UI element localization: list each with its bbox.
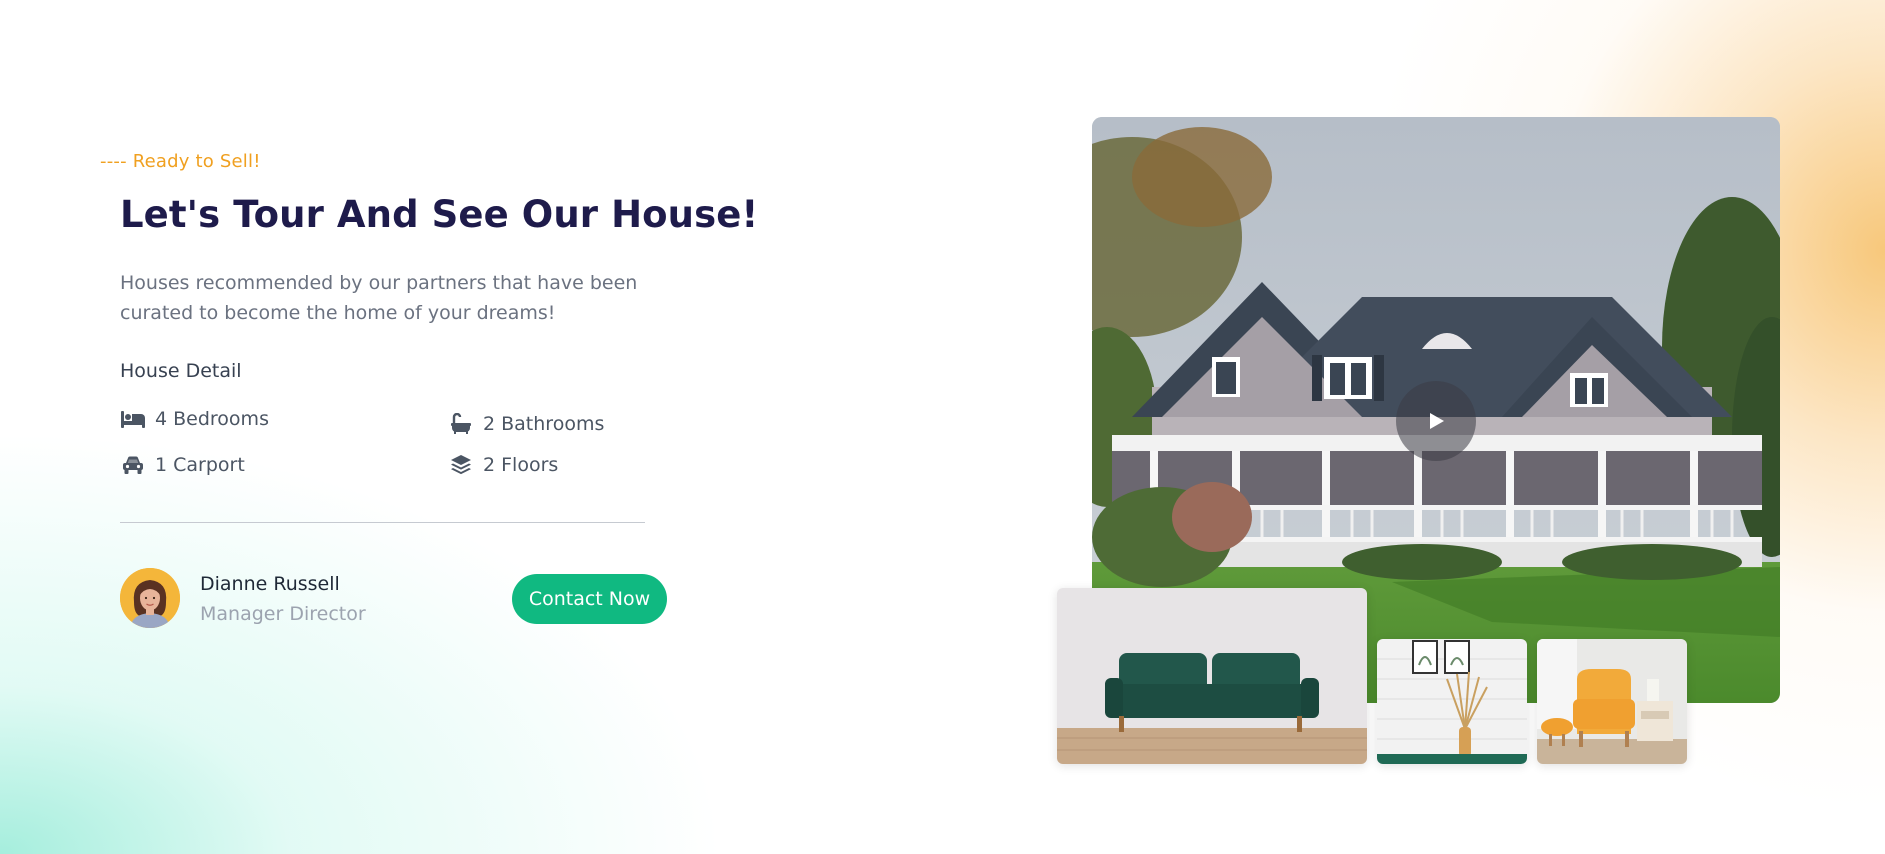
feature-label: 2 Bathrooms: [483, 413, 605, 435]
feature-floors: 2 Floors: [448, 454, 558, 476]
divider: [120, 522, 645, 523]
feature-label: 1 Carport: [155, 454, 245, 476]
feature-bedrooms: 4 Bedrooms: [120, 408, 269, 430]
agent-role: Manager Director: [200, 603, 366, 625]
tagline: ---- Ready to Sell!: [100, 151, 261, 172]
feature-label: 2 Floors: [483, 454, 559, 476]
wall-decor-photo[interactable]: [1377, 639, 1527, 764]
feature-label: 4 Bedrooms: [155, 408, 269, 430]
avatar: [120, 568, 180, 628]
page: ---- Ready to Sell! Let's Tour And See O…: [0, 0, 1885, 854]
description: Houses recommended by our partners that …: [120, 272, 638, 324]
feature-bathrooms: 2 Bathrooms: [448, 413, 604, 435]
contact-now-button[interactable]: Contact Now: [512, 574, 667, 624]
sofa-living-room-photo[interactable]: [1057, 588, 1367, 764]
armchair-photo[interactable]: [1537, 639, 1687, 764]
play-video-button[interactable]: [1396, 381, 1476, 461]
agent-name: Dianne Russell: [200, 573, 340, 595]
layers-icon: [448, 454, 474, 476]
page-title: Let's Tour And See Our House!: [120, 193, 759, 236]
feature-carport: 1 Carport: [120, 454, 245, 476]
house-detail-heading: House Detail: [120, 360, 242, 382]
bed-icon: [120, 408, 146, 430]
car-icon: [120, 454, 146, 476]
bathtub-icon: [448, 413, 474, 435]
play-icon: [1430, 413, 1444, 429]
